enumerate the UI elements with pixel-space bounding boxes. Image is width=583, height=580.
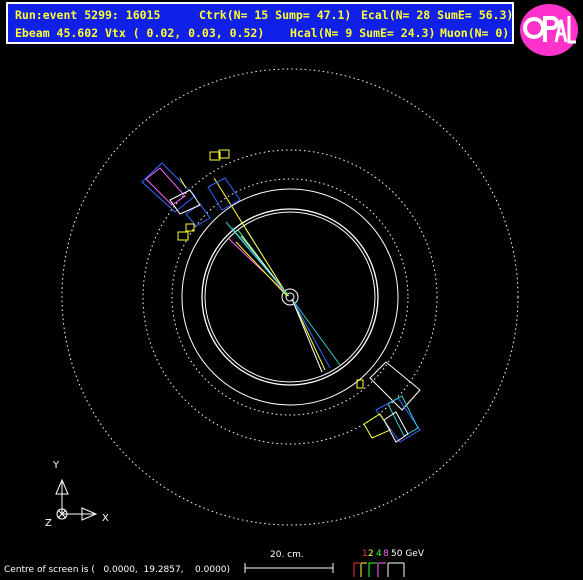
clusters-upper-left — [141, 149, 241, 241]
centre-label: Centre of screen is ( — [4, 565, 95, 575]
scale-label: 20. cm. — [270, 550, 304, 560]
scale-bar — [244, 563, 334, 573]
energy-label-1: 1 — [362, 549, 368, 559]
axis-indicator: Y X Z — [38, 458, 128, 538]
energy-label-4: 4 — [376, 549, 382, 559]
jet-chamber-inner — [204, 211, 376, 383]
ecal-inner-ring — [181, 188, 399, 406]
jet-chamber-outer — [201, 208, 379, 386]
x-axis-label: X — [102, 513, 109, 524]
energy-label-50gev: 50 GeV — [391, 549, 424, 559]
centre-coords: 0.0000, 19.2857, 0.0000) — [103, 565, 231, 575]
energy-label-8: 8 — [383, 549, 389, 559]
energy-scale: 1 2 4 8 50 GeV — [348, 549, 428, 579]
y-axis-label: Y — [53, 460, 60, 471]
outer-muon-ring — [61, 68, 519, 526]
jet-lower-right — [291, 298, 341, 373]
energy-scale-bars — [353, 562, 405, 577]
clusters-lower-right — [356, 361, 421, 443]
energy-label-2: 2 — [368, 549, 374, 559]
event-display: Run:event 5299: 16015 Ctrk(N= 15 Sump= 4… — [0, 0, 583, 580]
centre-of-screen-readout: Centre of screen is ( 0.0000, 19.2857, 0… — [4, 565, 230, 575]
z-axis-label: Z — [45, 518, 52, 529]
hcal-ring — [142, 149, 438, 445]
